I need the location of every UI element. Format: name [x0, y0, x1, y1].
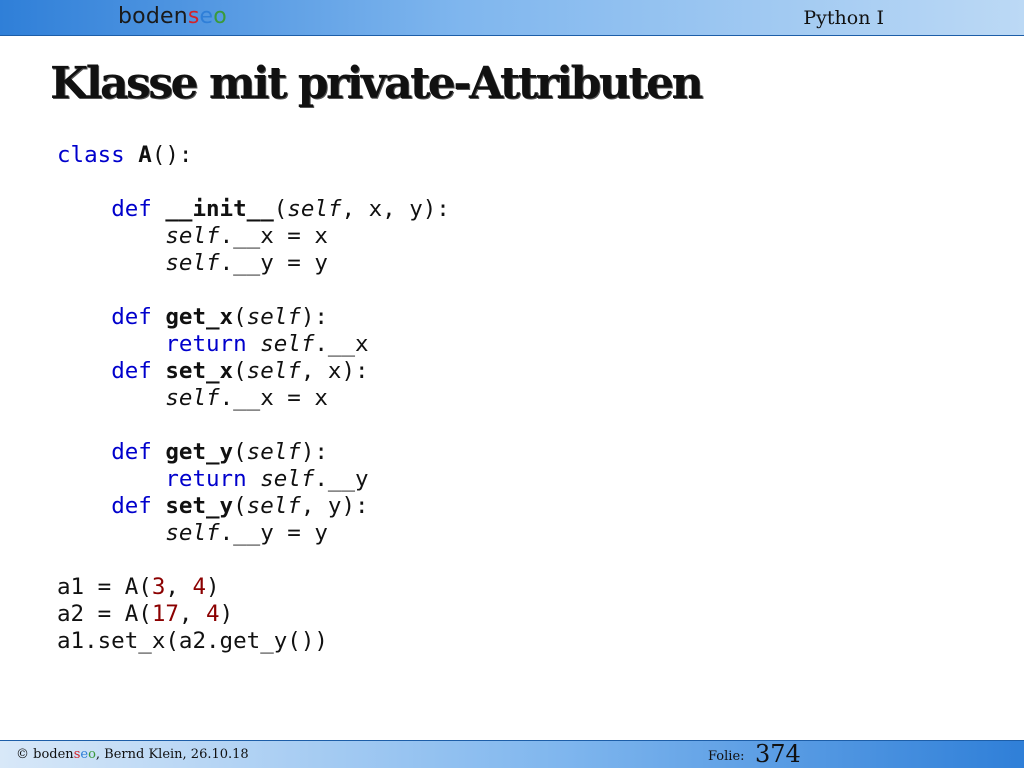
slide-number-label: Folie: — [708, 749, 745, 764]
code-line: def set_x(self, x): — [111, 358, 369, 384]
brand-logo: bodenseo — [118, 4, 227, 29]
header-bar: bodenseo Python I — [0, 0, 1024, 36]
slide-number: 374 — [755, 740, 801, 768]
code-line: a1.set_x(a2.get_y()) — [57, 628, 328, 654]
code-line: self.__x = x — [165, 385, 328, 411]
code-line: a1 = A(3, 4) — [57, 574, 220, 600]
code-line: class A(): — [57, 142, 193, 168]
code-line: return self.__y — [165, 466, 369, 492]
course-title: Python I — [803, 7, 884, 29]
code-line: def get_y(self): — [111, 439, 328, 465]
code-line: def __init__(self, x, y): — [111, 196, 450, 222]
code-line: a2 = A(17, 4) — [57, 601, 234, 627]
slide-title: Klasse mit private-Attributen — [50, 58, 704, 109]
code-block: class A(): def __init__(self, x, y): sel… — [57, 142, 450, 655]
code-line: self.__x = x — [165, 223, 328, 249]
code-line: self.__y = y — [165, 250, 328, 276]
footer-bar: © bodenseo, Bernd Klein, 26.10.18 Folie:… — [0, 740, 1024, 768]
code-line: def set_y(self, y): — [111, 493, 369, 519]
code-line: return self.__x — [165, 331, 369, 357]
footer-copyright: © bodenseo, Bernd Klein, 26.10.18 — [16, 747, 249, 762]
code-line: def get_x(self): — [111, 304, 328, 330]
code-line: self.__y = y — [165, 520, 328, 546]
